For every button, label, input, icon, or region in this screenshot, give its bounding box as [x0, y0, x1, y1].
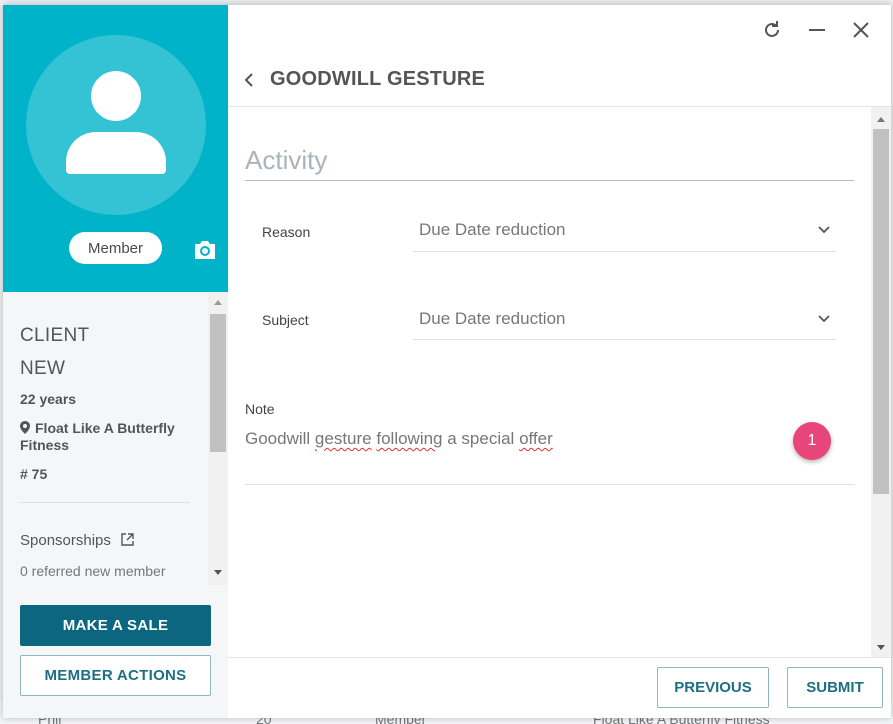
note-text-misspelled: following	[376, 429, 443, 448]
member-info-panel: CLIENT NEW 22 years Float Like A Butterf…	[3, 292, 208, 585]
notification-badge[interactable]: 1	[793, 422, 831, 460]
scroll-up-arrow-icon[interactable]	[877, 117, 885, 122]
member-actions-button[interactable]: MEMBER ACTIONS	[20, 655, 211, 696]
reason-label: Reason	[262, 224, 311, 240]
submit-button[interactable]: SUBMIT	[787, 667, 883, 708]
member-status-badge: Member	[69, 232, 162, 264]
form-scrollbar[interactable]	[871, 107, 891, 657]
make-a-sale-button[interactable]: MAKE A SALE	[20, 605, 211, 646]
profile-header: Member	[3, 5, 228, 292]
note-textarea[interactable]: Goodwill gesture following a special off…	[245, 429, 553, 449]
note-text-misspelled: gesture	[314, 429, 372, 448]
refresh-icon[interactable]	[761, 19, 783, 41]
client-status-line1: CLIENT	[20, 325, 90, 346]
info-divider	[20, 502, 190, 503]
avatar-head-icon	[91, 71, 141, 121]
sponsorships-link[interactable]: Sponsorships	[20, 532, 134, 549]
location-pin-icon	[20, 421, 30, 434]
reason-underline	[413, 251, 836, 252]
scrollbar-thumb[interactable]	[210, 314, 226, 452]
chevron-down-icon	[818, 315, 830, 323]
member-number: # 75	[20, 466, 48, 482]
goodwill-form-panel: GOODWILL GESTURE Activity Reason Due Dat…	[228, 5, 891, 718]
subject-value: Due Date reduction	[419, 309, 566, 328]
scroll-up-arrow-icon[interactable]	[214, 300, 222, 305]
sponsorships-count: 0 referred new member	[20, 563, 166, 579]
header-divider	[228, 106, 891, 107]
note-text-misspelled: offer	[519, 429, 553, 448]
sidebar-scrollbar[interactable]	[208, 292, 228, 585]
member-sidebar: Member CLIENT NEW 22 years Float Like A …	[3, 5, 228, 718]
footer-divider	[228, 657, 891, 658]
goodwill-gesture-modal: Member CLIENT NEW 22 years Float Like A …	[3, 5, 891, 718]
sponsorships-label: Sponsorships	[20, 532, 111, 549]
reason-value: Due Date reduction	[419, 220, 566, 239]
scroll-down-arrow-icon[interactable]	[877, 645, 885, 650]
section-title-activity: Activity	[245, 145, 328, 175]
external-link-icon	[121, 533, 134, 546]
avatar[interactable]	[26, 35, 206, 215]
note-underline	[245, 484, 855, 485]
note-label: Note	[245, 401, 275, 417]
previous-button[interactable]: PREVIOUS	[657, 667, 769, 708]
note-text-part: a special	[442, 429, 520, 448]
back-chevron-icon[interactable]	[243, 72, 255, 88]
member-club-name: Float Like A Butterfly Fitness	[20, 420, 175, 453]
member-club: Float Like A Butterfly Fitness	[20, 420, 190, 454]
scrollbar-thumb[interactable]	[873, 129, 889, 494]
note-text-part: Goodwill	[245, 429, 315, 448]
camera-icon[interactable]	[193, 239, 217, 261]
close-icon[interactable]	[850, 19, 872, 41]
subject-underline	[413, 339, 836, 340]
subject-label: Subject	[262, 312, 309, 328]
client-status-line2: NEW	[20, 358, 66, 379]
page-title: GOODWILL GESTURE	[270, 68, 486, 90]
chevron-down-icon	[818, 226, 830, 234]
scroll-down-arrow-icon[interactable]	[214, 570, 222, 575]
section-divider	[245, 180, 854, 181]
minimize-icon[interactable]	[806, 19, 828, 41]
member-age: 22 years	[20, 391, 77, 407]
avatar-body-icon	[66, 132, 166, 174]
